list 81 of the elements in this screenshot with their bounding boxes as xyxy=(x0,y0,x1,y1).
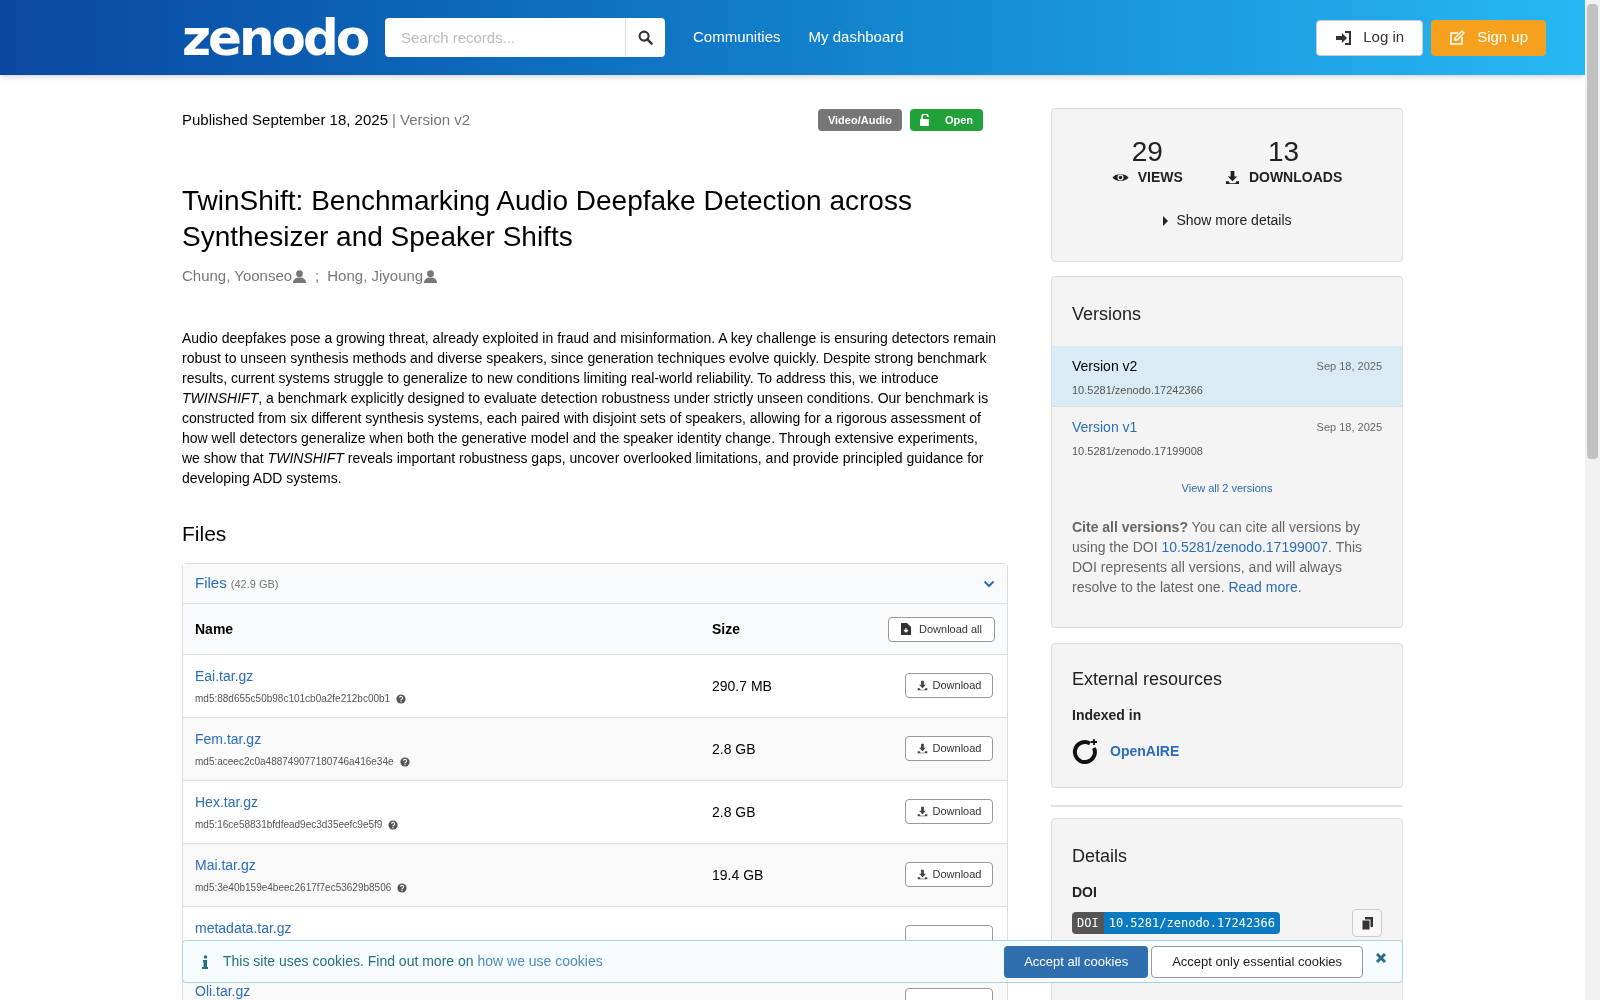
essential-cookies-button[interactable]: Accept only essential cookies xyxy=(1151,945,1363,978)
nav-link[interactable]: Communities xyxy=(693,26,781,49)
chevron-down-icon[interactable] xyxy=(983,579,995,588)
files-heading: Files xyxy=(182,520,228,547)
file-size: 19.4 GB xyxy=(712,866,764,885)
copy-button[interactable] xyxy=(1352,909,1382,937)
close-icon[interactable] xyxy=(1375,951,1387,964)
download-icon xyxy=(916,680,928,691)
abstract-text: Audio deepfakes pose a growing threat, already exploited in fraud and misinformation. A key challenge is ensuring detectors remain robust to unseen synthesis methods and diverse speakers, since generation techniques evolve quickly. Despite strong benchmark results, current systems struggle to generalize to new conditions limiting real-world reliability. To address this, we introduce TWINSHIFT, a benchmark explicitly designed to evaluate detection robustness under strictly unseen conditions. Our benchmark is constructed from six different synthesis systems, each paired with disjoint sets of speakers, allowing for a rigorous assessment of how well detectors generalize when both the generative model and the speaker identity change. Through extensive experiments, we show that TWINSHIFT reveals important robustness gaps, uncover overlooked limitations, and provide principled guidance for developing ADD systems. xyxy=(182,328,997,488)
person-icon xyxy=(423,268,439,284)
card-title: External resources xyxy=(1072,668,1224,691)
record-title: TwinShift: Benchmarking Audio Deepfake Detection across Synthesizer and Speaker Shifts xyxy=(182,184,913,254)
file-size: 2.8 GB xyxy=(712,740,756,759)
logo[interactable]: zenodo xyxy=(182,12,368,63)
file-icon xyxy=(901,623,911,635)
view-all-link[interactable]: View all 2 versions xyxy=(1181,480,1273,497)
download-icon xyxy=(916,869,928,880)
person-icon xyxy=(292,268,308,284)
stat-number: 29 xyxy=(1131,137,1163,167)
cite-text: Cite all versions? You can cite all versions by using the DOI 10.5281/zenodo.17199007. This DOI represents all versions, and will always resolve to the latest one. Read more. xyxy=(1071,517,1364,597)
download-button[interactable]: Download xyxy=(905,799,993,824)
access-badge: Open xyxy=(909,108,983,132)
stat-label: DOWNLOADS xyxy=(1248,168,1343,187)
file-link[interactable]: metadata.tar.gz xyxy=(195,918,292,939)
checksum-text: md5:aceec2c0a488749077180746a416e34e xyxy=(195,755,394,769)
version-label: | Version v2 xyxy=(392,109,471,130)
help-icon[interactable] xyxy=(388,819,399,830)
file-size: 290.7 MB xyxy=(712,677,772,696)
section-label: DOI xyxy=(1072,883,1098,902)
help-icon[interactable] xyxy=(399,756,410,767)
login-button[interactable]: Log in xyxy=(1316,19,1424,56)
resource-type-badge: Video/Audio xyxy=(817,108,902,132)
help-icon[interactable] xyxy=(396,693,407,704)
download-button[interactable]: Download xyxy=(905,862,993,887)
creator-name[interactable]: Hong, Jiyoung xyxy=(327,265,424,288)
download-button[interactable]: Download xyxy=(905,673,993,698)
cite-link[interactable]: 10.5281/zenodo.17199007 xyxy=(1161,538,1329,555)
cookie-message: This site uses cookies. Find out more on how we use cookies xyxy=(223,952,603,971)
nav-link[interactable]: My dashboard xyxy=(808,26,904,49)
checksum-text: md5:16ce58831bfdfead9ec3d35eefc9e5f9 xyxy=(195,818,383,832)
login-icon xyxy=(1335,30,1352,45)
ring-logo-icon xyxy=(1072,738,1098,764)
file-link[interactable]: Oli.tar.gz xyxy=(195,981,251,1000)
card-title: Details xyxy=(1072,845,1129,868)
file-link[interactable]: Eai.tar.gz xyxy=(195,666,254,687)
creator-name[interactable]: Chung, Yoonseo xyxy=(182,265,293,288)
section-label: Indexed in xyxy=(1072,706,1143,725)
file-link[interactable]: Hex.tar.gz xyxy=(195,792,259,813)
download-icon xyxy=(916,806,928,817)
download-all-button[interactable]: Download all xyxy=(888,616,995,642)
scrollbar[interactable] xyxy=(1585,0,1600,1000)
edit-icon xyxy=(1449,29,1466,46)
cookie-policy-link[interactable]: how we use cookies xyxy=(477,953,603,969)
eye-icon xyxy=(1111,172,1129,183)
stat-number: 13 xyxy=(1267,137,1300,167)
card-title: Versions xyxy=(1071,303,1143,326)
details-toggle[interactable]: Show more details xyxy=(1162,210,1292,231)
search-icon[interactable] xyxy=(625,18,665,57)
version-item[interactable]: Version v1 Sep 18, 2025 10.5281/zenodo.17199008 xyxy=(1052,406,1402,466)
column-header: Name xyxy=(195,619,235,639)
version-item[interactable]: Version v2 Sep 18, 2025 10.5281/zenodo.17242366 xyxy=(1052,346,1402,406)
unlock-icon xyxy=(919,114,931,126)
file-link[interactable]: Mai.tar.gz xyxy=(195,855,256,876)
download-button[interactable]: Download xyxy=(905,736,993,761)
info-icon xyxy=(202,954,208,969)
checksum-text: md5:88d655c50b98c101cb0a2fe212bc00b1 xyxy=(195,692,391,706)
copy-icon xyxy=(1361,916,1373,930)
accept-all-button[interactable]: Accept all cookies xyxy=(1004,945,1149,978)
creator-separator: ; xyxy=(315,266,320,286)
column-header: Size xyxy=(712,619,740,639)
help-icon[interactable] xyxy=(397,882,408,893)
checksum-text: md5:3e40b159e4beec2617f7ec53629b8506 xyxy=(195,881,392,895)
stat-label: VIEWS xyxy=(1137,168,1183,187)
download-icon xyxy=(1224,170,1240,185)
file-size: 2.8 GB xyxy=(712,803,756,822)
files-accordion-title[interactable]: Files (42.9 GB) xyxy=(195,572,279,595)
file-link[interactable]: Fem.tar.gz xyxy=(195,729,262,750)
cite-link[interactable]: Read more. xyxy=(1228,578,1302,595)
download-icon xyxy=(916,743,928,754)
publication-date: Published September 18, 2025 xyxy=(182,109,388,130)
indexer-link[interactable]: OpenAIRE xyxy=(1110,740,1180,762)
